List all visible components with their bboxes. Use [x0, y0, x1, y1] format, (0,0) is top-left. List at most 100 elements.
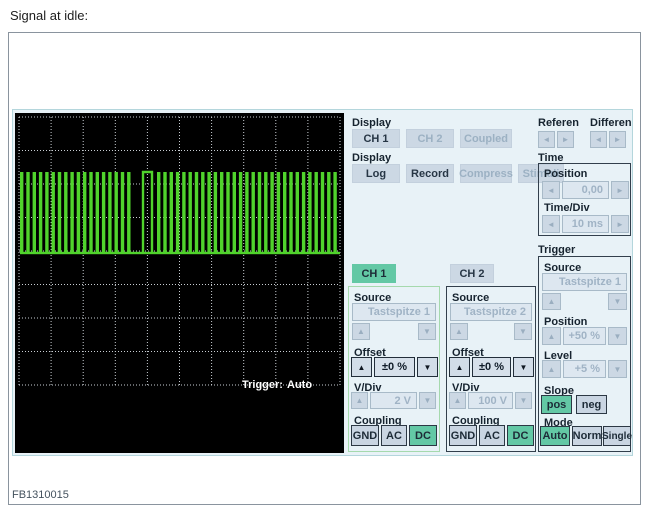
ch2-groupbox: Source Tastspitze 2 ▲ ▼ Offset ▲ ±0 % ▼ …: [446, 286, 536, 452]
ch2-display-button[interactable]: CH 2: [406, 129, 454, 148]
ch1-coupling-dc-button[interactable]: DC: [409, 425, 437, 446]
compress-button[interactable]: Compress: [459, 164, 513, 183]
trigger-source-down-button[interactable]: ▼: [608, 293, 627, 310]
chevron-left-icon: ◄: [547, 219, 555, 229]
ch2-vdiv-value: 100 V: [468, 392, 513, 409]
caret-down-icon: ▼: [423, 327, 431, 336]
ch1-display-button[interactable]: CH 1: [352, 129, 400, 148]
timediv-label: Time/Div: [544, 202, 590, 214]
ch1-vdiv-value: 2 V: [370, 392, 417, 409]
record-button[interactable]: Record: [406, 164, 454, 183]
caret-down-icon: ▼: [519, 327, 527, 336]
caret-up-icon: ▲: [455, 327, 463, 336]
timediv-increase-button[interactable]: ►: [611, 215, 629, 233]
trigger-level-value: +5 %: [563, 360, 606, 378]
ch2-coupling-ac-button[interactable]: AC: [479, 425, 505, 446]
ch2-offset-value: ±0 %: [472, 357, 511, 377]
ch2-vdiv-down-button[interactable]: ▼: [515, 392, 532, 409]
differen-next-button[interactable]: ►: [609, 131, 626, 148]
chevron-right-icon: ►: [616, 219, 624, 229]
caret-down-icon: ▼: [613, 331, 622, 341]
page: Signal at idle: Trigger: Auto Display CH…: [0, 0, 649, 516]
trigger-status-label: Trigger:: [242, 379, 283, 391]
ch2-offset-up-button[interactable]: ▲: [449, 357, 470, 377]
waveform-plot: [18, 116, 341, 386]
trigger-level-up-button[interactable]: ▲: [542, 360, 561, 378]
time-position-label: Position: [544, 168, 588, 180]
ch2-offset-down-button[interactable]: ▼: [513, 357, 534, 377]
trigger-status-value: Auto: [287, 379, 313, 391]
ch2-tab[interactable]: CH 2: [450, 264, 494, 283]
trigger-source-value: Tastspitze 1: [542, 273, 627, 291]
caret-up-icon: ▲: [357, 327, 365, 336]
trigger-position-down-button[interactable]: ▼: [608, 327, 627, 345]
time-groupbox: Position ◄ 0,00 ► Time/Div ◄ 10 ms ►: [538, 163, 631, 236]
slope-neg-button[interactable]: neg: [576, 395, 607, 414]
caret-up-icon: ▲: [547, 364, 556, 374]
page-title: Signal at idle:: [10, 8, 89, 23]
caret-up-icon: ▲: [455, 362, 464, 372]
ch1-coupling-ac-button[interactable]: AC: [381, 425, 407, 446]
mode-auto-button[interactable]: Auto: [540, 426, 570, 446]
coupled-display-button[interactable]: Coupled: [460, 129, 512, 148]
ch1-groupbox: Source Tastspitze 1 ▲ ▼ Offset ▲ ±0 % ▼ …: [348, 286, 440, 452]
differen-prev-button[interactable]: ◄: [590, 131, 607, 148]
timediv-decrease-button[interactable]: ◄: [542, 215, 560, 233]
ch1-vdiv-up-button[interactable]: ▲: [351, 392, 368, 409]
timediv-value: 10 ms: [562, 215, 609, 233]
trigger-position-up-button[interactable]: ▲: [542, 327, 561, 345]
ch1-coupling-gnd-button[interactable]: GND: [351, 425, 379, 446]
mode-single-button[interactable]: Single: [602, 426, 632, 446]
trigger-position-value: +50 %: [563, 327, 606, 345]
mode-norm-button[interactable]: Norm: [572, 426, 602, 446]
caret-down-icon: ▼: [423, 396, 432, 405]
caret-up-icon: ▲: [547, 331, 556, 341]
caret-down-icon: ▼: [613, 364, 622, 374]
chevron-right-icon: ►: [561, 135, 570, 144]
trigger-source-up-button[interactable]: ▲: [542, 293, 561, 310]
caret-down-icon: ▼: [613, 297, 622, 306]
referen-next-button[interactable]: ►: [557, 131, 574, 148]
trigger-groupbox: Source Tastspitze 1 ▲ ▼ Position ▲ +50 %…: [538, 256, 632, 452]
ch1-source-up-button[interactable]: ▲: [352, 323, 370, 340]
oscilloscope-display: Trigger: Auto: [15, 113, 344, 453]
caret-down-icon: ▼: [519, 396, 528, 405]
time-position-decrease-button[interactable]: ◄: [542, 181, 560, 199]
chevron-right-icon: ►: [616, 185, 624, 195]
ch1-vdiv-down-button[interactable]: ▼: [419, 392, 436, 409]
referen-label: Referen: [538, 117, 579, 129]
ch1-offset-value: ±0 %: [374, 357, 415, 377]
referen-prev-button[interactable]: ◄: [538, 131, 555, 148]
display-modes-label: Display: [352, 152, 392, 164]
ch1-offset-down-button[interactable]: ▼: [417, 357, 438, 377]
display-channels-label: Display: [352, 117, 392, 129]
ch1-source-down-button[interactable]: ▼: [418, 323, 436, 340]
caret-down-icon: ▼: [519, 362, 528, 372]
trigger-level-down-button[interactable]: ▼: [608, 360, 627, 378]
ch2-vdiv-up-button[interactable]: ▲: [449, 392, 466, 409]
time-position-increase-button[interactable]: ►: [611, 181, 629, 199]
caret-up-icon: ▲: [355, 396, 364, 405]
chevron-left-icon: ◄: [542, 135, 551, 144]
ch2-coupling-gnd-button[interactable]: GND: [449, 425, 477, 446]
ch1-offset-up-button[interactable]: ▲: [351, 357, 372, 377]
ch2-source-up-button[interactable]: ▲: [450, 323, 468, 340]
caret-up-icon: ▲: [453, 396, 462, 405]
chevron-left-icon: ◄: [594, 135, 603, 144]
trigger-section: Trigger Source Tastspitze 1 ▲ ▼ Position…: [538, 244, 632, 452]
trigger-label: Trigger: [538, 244, 576, 256]
chevron-left-icon: ◄: [547, 185, 555, 195]
caret-up-icon: ▲: [547, 297, 556, 306]
ch2-source-down-button[interactable]: ▼: [514, 323, 532, 340]
slope-pos-button[interactable]: pos: [541, 395, 572, 414]
time-section: Time Position ◄ 0,00 ► Time/Div ◄ 10 ms …: [538, 152, 631, 236]
figure-number: FB1310015: [12, 489, 69, 501]
log-button[interactable]: Log: [352, 164, 400, 183]
ch2-coupling-dc-button[interactable]: DC: [507, 425, 534, 446]
chevron-right-icon: ►: [613, 135, 622, 144]
ch1-tab[interactable]: CH 1: [352, 264, 396, 283]
differen-label: Differen: [590, 117, 632, 129]
caret-up-icon: ▲: [357, 362, 366, 372]
ch1-source-value: Tastspitze 1: [352, 303, 436, 321]
time-position-value: 0,00: [562, 181, 609, 199]
